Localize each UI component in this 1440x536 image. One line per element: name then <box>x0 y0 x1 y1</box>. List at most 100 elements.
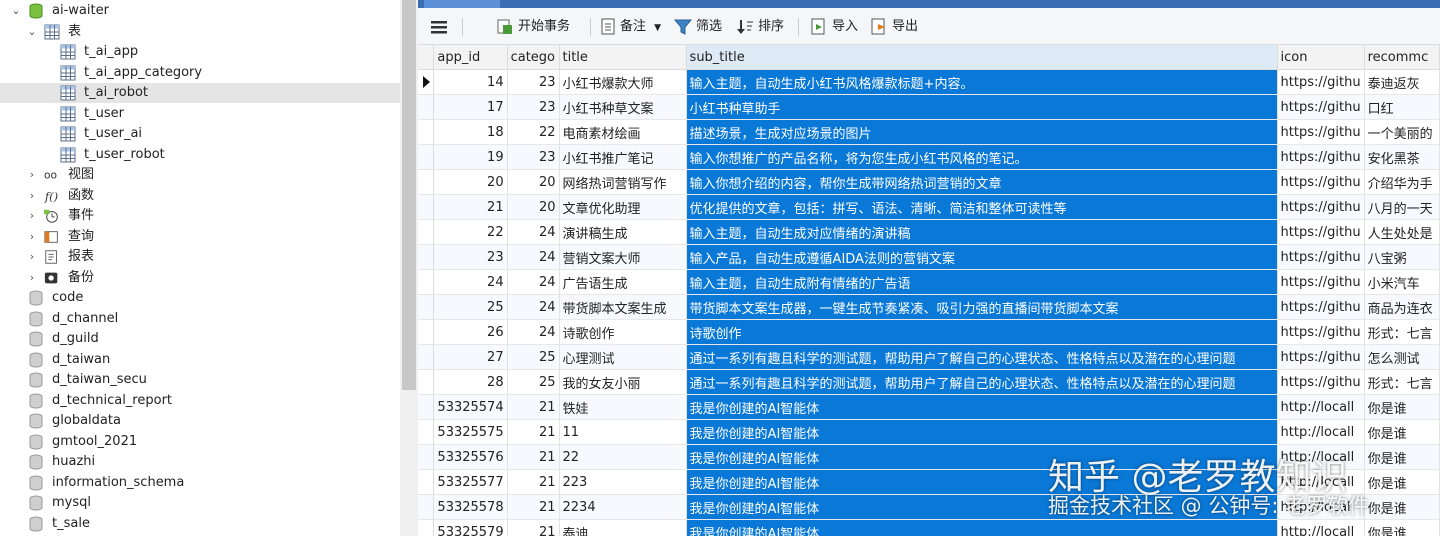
table-cell[interactable]: 铁娃 <box>559 394 687 420</box>
table-cell[interactable]: 53325578 <box>433 494 508 520</box>
chevron-down-icon[interactable]: ⌄ <box>10 1 22 21</box>
table-cell[interactable]: 小红书爆款大师 <box>559 69 687 95</box>
column-header[interactable]: app_id <box>433 45 508 70</box>
tree-folder-item[interactable]: › f() 函数 <box>0 186 400 206</box>
column-header[interactable]: sub_title <box>686 45 1278 70</box>
table-cell[interactable]: http://locall <box>1277 519 1365 536</box>
row-indicator[interactable] <box>418 144 435 170</box>
table-row[interactable]: 21 20 文章优化助理 优化提供的文章，包括：拼写、语法、清晰、简洁和整体可读性等 h… <box>418 194 1440 220</box>
table-cell[interactable]: 21 <box>507 469 560 495</box>
table-cell[interactable]: https://githu <box>1277 169 1365 195</box>
table-row[interactable]: 22 24 演讲稿生成 输入主题，自动生成对应情绪的演讲稿 https://githu 人… <box>418 219 1440 245</box>
table-cell[interactable]: 53325579 <box>433 519 508 536</box>
table-cell[interactable]: 输入产品，自动生成遵循AIDA法则的营销文案 <box>686 244 1278 270</box>
tree-db-item[interactable]: d_taiwan_secu <box>0 370 400 390</box>
tree-db-ai-waiter[interactable]: ⌄ ai-waiter <box>0 1 400 21</box>
row-indicator[interactable] <box>418 369 435 395</box>
table-cell[interactable]: 21 <box>507 494 560 520</box>
row-indicator[interactable] <box>418 419 435 445</box>
table-cell[interactable]: 你是谁 <box>1364 469 1440 495</box>
table-cell[interactable]: 21 <box>507 394 560 420</box>
tree-folder-item[interactable]: › 查询 <box>0 227 400 247</box>
table-cell[interactable]: 20 <box>507 169 560 195</box>
table-cell[interactable]: 28 <box>433 369 508 395</box>
row-indicator[interactable] <box>418 194 435 220</box>
table-cell[interactable]: 你是谁 <box>1364 444 1440 470</box>
tree-table-item[interactable]: t_ai_robot <box>0 83 400 103</box>
table-cell[interactable]: 53325576 <box>433 444 508 470</box>
tree-db-item[interactable]: d_taiwan <box>0 350 400 370</box>
tree-db-item[interactable]: d_technical_report <box>0 391 400 411</box>
table-cell[interactable]: 网络热词营销写作 <box>559 169 687 195</box>
chevron-right-icon[interactable]: › <box>26 165 38 185</box>
table-cell[interactable]: 11 <box>559 419 687 445</box>
table-row[interactable]: 28 25 我的女友小丽 通过一系列有趣且科学的测试题，帮助用户了解自己的心理状态、性… <box>418 369 1440 395</box>
table-cell[interactable]: 17 <box>433 94 508 120</box>
table-row[interactable]: 25 24 带货脚本文案生成 带货脚本文案生成器，一键生成节奏紧凑、吸引力强的直播间带… <box>418 294 1440 320</box>
table-cell[interactable]: 24 <box>507 294 560 320</box>
tree-scrollbar-thumb[interactable] <box>402 0 416 390</box>
table-cell[interactable]: 我是你创建的AI智能体 <box>686 419 1278 445</box>
table-cell[interactable]: 26 <box>433 319 508 345</box>
table-row[interactable]: 24 24 广告语生成 输入主题，自动生成附有情绪的广告语 https://githu 小… <box>418 269 1440 295</box>
table-cell[interactable]: http://locall <box>1277 419 1365 445</box>
table-cell[interactable]: https://githu <box>1277 369 1365 395</box>
table-cell[interactable]: 53325577 <box>433 469 508 495</box>
table-cell[interactable]: 22 <box>507 119 560 145</box>
table-row[interactable]: 23 24 营销文案大师 输入产品，自动生成遵循AIDA法则的营销文案 https://… <box>418 244 1440 270</box>
table-cell[interactable]: 输入你想介绍的内容，帮你生成带网络热词营销的文章 <box>686 169 1278 195</box>
row-indicator[interactable] <box>418 219 435 245</box>
table-cell[interactable]: 20 <box>507 194 560 220</box>
table-cell[interactable]: 诗歌创作 <box>559 319 687 345</box>
row-indicator[interactable] <box>418 244 435 270</box>
table-cell[interactable]: 22 <box>433 219 508 245</box>
row-indicator[interactable] <box>418 519 435 536</box>
tree-db-item[interactable]: gmtool_2021 <box>0 432 400 452</box>
table-cell[interactable]: 通过一系列有趣且科学的测试题，帮助用户了解自己的心理状态、性格特点以及潜在的心理… <box>686 369 1278 395</box>
table-cell[interactable]: 24 <box>507 219 560 245</box>
table-cell[interactable]: 23 <box>507 94 560 120</box>
tab-active[interactable] <box>424 0 500 8</box>
table-cell[interactable]: 21 <box>507 419 560 445</box>
table-cell[interactable]: 文章优化助理 <box>559 194 687 220</box>
table-cell[interactable]: 27 <box>433 344 508 370</box>
table-cell[interactable]: 23 <box>433 244 508 270</box>
row-indicator[interactable] <box>418 344 435 370</box>
tree-folder-item[interactable]: › 备份 <box>0 268 400 288</box>
table-row[interactable]: 18 22 电商素材绘画 描述场景，生成对应场景的图片 https://githu 一个美… <box>418 119 1440 145</box>
table-row[interactable]: 14 23 小红书爆款大师 输入主题，自动生成小红书风格爆款标题+内容。 https:/… <box>418 69 1440 95</box>
import-button[interactable]: 导入 <box>810 16 858 38</box>
chevron-right-icon[interactable]: › <box>26 186 38 206</box>
table-cell[interactable]: 23 <box>507 144 560 170</box>
column-header[interactable]: recommc <box>1364 45 1440 70</box>
row-indicator[interactable] <box>418 94 435 120</box>
table-cell[interactable]: 23 <box>507 69 560 95</box>
table-cell[interactable]: 通过一系列有趣且科学的测试题，帮助用户了解自己的心理状态、性格特点以及潜在的心理… <box>686 344 1278 370</box>
table-cell[interactable]: 22 <box>559 444 687 470</box>
table-cell[interactable]: 描述场景，生成对应场景的图片 <box>686 119 1278 145</box>
table-row[interactable]: 27 25 心理测试 通过一系列有趣且科学的测试题，帮助用户了解自己的心理状态、性格特… <box>418 344 1440 370</box>
current-row-indicator-icon[interactable] <box>418 69 435 95</box>
table-cell[interactable]: 怎么测试 <box>1364 344 1440 370</box>
table-cell[interactable]: 14 <box>433 69 508 95</box>
table-cell[interactable]: 电商素材绘画 <box>559 119 687 145</box>
chevron-right-icon[interactable]: › <box>26 268 38 288</box>
table-cell[interactable]: 诗歌创作 <box>686 319 1278 345</box>
table-cell[interactable]: 安化黑茶 <box>1364 144 1440 170</box>
table-cell[interactable]: https://githu <box>1277 269 1365 295</box>
menu-button[interactable] <box>430 16 448 38</box>
table-cell[interactable]: 小红书种草文案 <box>559 94 687 120</box>
row-indicator[interactable] <box>418 169 435 195</box>
row-indicator[interactable] <box>418 494 435 520</box>
table-cell[interactable]: 八宝粥 <box>1364 244 1440 270</box>
table-cell[interactable]: https://githu <box>1277 244 1365 270</box>
table-cell[interactable]: https://githu <box>1277 219 1365 245</box>
table-cell[interactable]: https://githu <box>1277 94 1365 120</box>
row-indicator[interactable] <box>418 119 435 145</box>
table-cell[interactable]: 你是谁 <box>1364 394 1440 420</box>
chevron-right-icon[interactable]: › <box>26 206 38 226</box>
table-cell[interactable]: 人生处处是 <box>1364 219 1440 245</box>
table-cell[interactable]: https://githu <box>1277 194 1365 220</box>
table-cell[interactable]: 2234 <box>559 494 687 520</box>
table-cell[interactable]: 广告语生成 <box>559 269 687 295</box>
